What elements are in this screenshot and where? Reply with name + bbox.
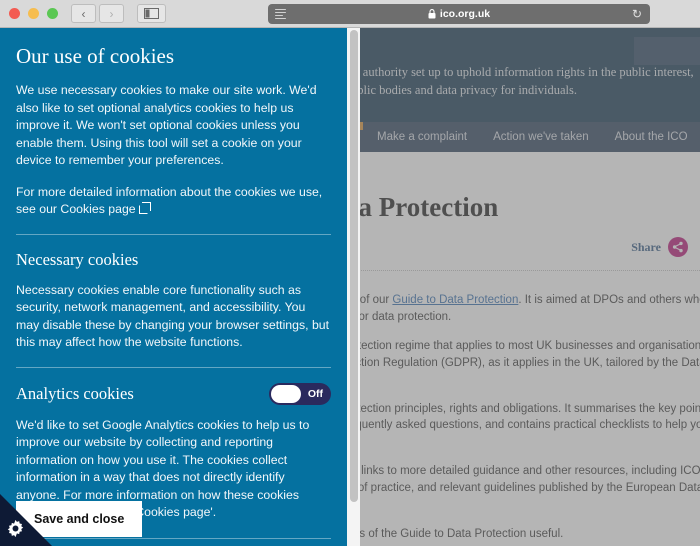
site-paragraph: It explains the general data protection … <box>360 340 700 369</box>
address-bar[interactable]: ico.org.uk ↻ <box>268 4 650 24</box>
site-main: Guide to Data Protection Share The Guide… <box>360 152 700 546</box>
share-icon[interactable] <box>668 237 688 257</box>
site-paragraph: You may also find other sections of the … <box>360 527 564 540</box>
share-label: Share <box>631 239 661 254</box>
necessary-cookies-heading: Necessary cookies <box>16 249 139 269</box>
cookie-panel-intro: We use necessary cookies to make our sit… <box>16 83 317 167</box>
url-text: ico.org.uk <box>439 8 491 20</box>
page-title: Guide to Data Protection <box>360 192 499 222</box>
page-viewport: The ICO is an independent authority set … <box>0 28 700 546</box>
page-scrollbar[interactable] <box>346 28 360 546</box>
browser-toolbar: ‹ › ico.org.uk ↻ <box>0 0 700 28</box>
navigation-buttons: ‹ › <box>71 4 124 23</box>
analytics-cookies-header: Analytics cookies Off <box>16 368 331 405</box>
cookie-panel-more-info: For more detailed information about the … <box>16 184 331 219</box>
site-primary-nav: Make a complaint Action we've taken Abou… <box>360 122 700 152</box>
nav-item-about-the-ico[interactable]: About the ICO <box>615 131 688 143</box>
site-paragraph: It explains each of the data protection … <box>360 402 700 432</box>
necessary-cookies-body: Necessary cookies enable core functional… <box>16 282 330 350</box>
gear-glyph <box>7 519 24 538</box>
nav-active-marker <box>360 122 363 130</box>
panel-divider <box>16 537 331 539</box>
lock-icon <box>428 9 436 19</box>
window-controls <box>9 8 58 19</box>
site-paragraph: The Guide to the GDPR is part of our Gui… <box>360 292 700 325</box>
necessary-cookies-header: Necessary cookies <box>16 235 331 270</box>
site-tagline: The ICO is an independent authority set … <box>360 65 694 97</box>
external-link-icon <box>138 202 151 214</box>
forward-button[interactable]: › <box>99 4 124 23</box>
reload-icon[interactable]: ↻ <box>632 8 642 20</box>
analytics-cookies-heading: Analytics cookies <box>16 383 134 403</box>
site-search-input[interactable] <box>634 37 700 65</box>
site-paragraph: Where relevant, this guide also links to… <box>360 465 700 494</box>
nav-item-make-a-complaint[interactable]: Make a complaint <box>377 131 467 143</box>
more-info-text[interactable]: For more detailed information about the … <box>16 185 322 217</box>
content-divider <box>360 270 700 271</box>
minimize-window-button[interactable] <box>28 8 39 19</box>
cookie-settings-widget[interactable] <box>0 494 52 546</box>
paragraph-text: The Guide to the GDPR is part of our <box>360 294 390 306</box>
share-control[interactable]: Share <box>631 237 688 257</box>
toggle-state-label: Off <box>307 387 323 400</box>
gear-icon[interactable] <box>5 518 26 544</box>
address-bar-container: ico.org.uk ↻ <box>268 4 650 24</box>
nav-item-action-weve-taken[interactable]: Action we've taken <box>493 131 589 143</box>
guide-to-data-protection-link[interactable]: Guide to Data Protection <box>392 294 518 306</box>
sidebar-toggle-icon[interactable] <box>137 4 166 23</box>
sidebar-glyph <box>144 8 159 19</box>
url-display: ico.org.uk <box>268 8 650 20</box>
website-content: The ICO is an independent authority set … <box>360 28 700 546</box>
site-header: The ICO is an independent authority set … <box>360 28 700 122</box>
close-window-button[interactable] <box>9 8 20 19</box>
site-body-copy: The Guide to the GDPR is part of our Gui… <box>360 292 700 546</box>
back-button[interactable]: ‹ <box>71 4 96 23</box>
cookie-panel-title: Our use of cookies <box>16 44 175 68</box>
share-glyph <box>672 241 683 253</box>
analytics-cookies-toggle[interactable]: Off <box>269 382 331 405</box>
maximize-window-button[interactable] <box>47 8 58 19</box>
toggle-knob <box>271 384 301 403</box>
cookie-consent-panel: Our use of cookies We use necessary cook… <box>0 28 347 546</box>
page-scrollbar-thumb[interactable] <box>350 30 358 502</box>
